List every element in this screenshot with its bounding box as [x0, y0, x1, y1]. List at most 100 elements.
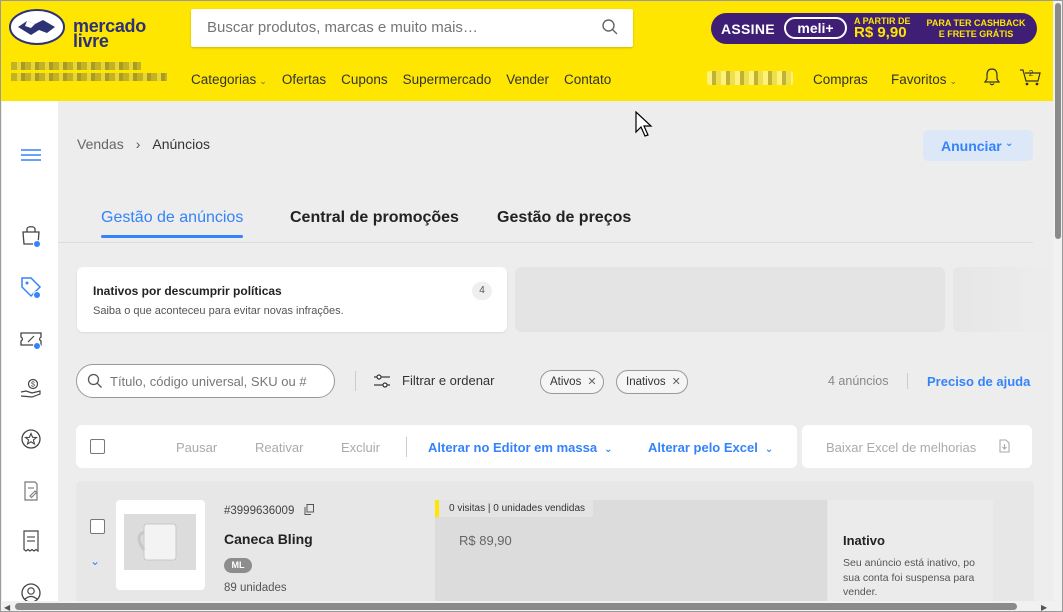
- notification-dot: [33, 291, 41, 299]
- download-file-icon[interactable]: [997, 439, 1011, 453]
- copy-icon[interactable]: [304, 504, 314, 515]
- invoice-edit-icon[interactable]: [19, 479, 43, 503]
- receipt-icon[interactable]: [19, 529, 43, 553]
- nav-favoritos[interactable]: Favoritos ⌄: [891, 72, 957, 87]
- promo-price: R$ 9,90: [854, 24, 907, 41]
- star-badge-icon[interactable]: [19, 427, 43, 451]
- cart-icon[interactable]: 2: [1019, 67, 1043, 87]
- breadcrumb-vendas[interactable]: Vendas: [77, 136, 124, 152]
- nav-contato[interactable]: Contato: [564, 72, 611, 87]
- nav-categorias[interactable]: Categorias ⌄: [191, 72, 267, 87]
- close-icon[interactable]: ✕: [672, 376, 681, 388]
- site-header: mercado livre ASSINE meli+ A PARTIR DE R…: [1, 1, 1053, 101]
- handshake-logo-icon: [9, 9, 65, 45]
- nav-vender[interactable]: Vender: [506, 72, 549, 87]
- vertical-scroll-thumb[interactable]: [1055, 3, 1061, 239]
- help-link[interactable]: Preciso de ajuda: [927, 374, 1030, 389]
- excel-button[interactable]: Alterar pelo Excel ⌄: [648, 440, 773, 455]
- close-icon[interactable]: ✕: [587, 376, 596, 388]
- bulk-actions-toolbar: Pausar Reativar Excluir Alterar no Edito…: [76, 425, 797, 468]
- chevron-right-icon: ›: [135, 136, 141, 152]
- listing-status-panel: Inativo Seu anúncio está inativo, po sua…: [828, 500, 993, 606]
- listing-count: 4 anúncios: [828, 374, 889, 388]
- mug-icon: [137, 523, 177, 561]
- site-search-input[interactable]: [207, 19, 587, 36]
- promo-cashback-line1: PARA TER CASHBACK: [926, 18, 1026, 28]
- tab-gestao-anuncios[interactable]: Gestão de anúncios: [101, 209, 243, 227]
- horizontal-scrollbar[interactable]: ◀ ▶: [1, 601, 1053, 611]
- meli-plus-promo-banner[interactable]: ASSINE meli+ A PARTIR DE R$ 9,90 PARA TE…: [711, 13, 1037, 44]
- tab-central-promocoes[interactable]: Central de promoções: [290, 209, 459, 227]
- user-account-blurred[interactable]: [707, 71, 797, 89]
- breadcrumb: Vendas › Anúncios: [77, 136, 210, 152]
- policy-card[interactable]: Inativos por descumprir políticas Saiba …: [77, 267, 507, 332]
- loading-card-placeholder: [515, 267, 945, 332]
- divider: [355, 371, 356, 391]
- nav-ofertas[interactable]: Ofertas: [282, 72, 326, 87]
- status-title: Inativo: [843, 533, 885, 548]
- logo-wordmark: mercado livre: [73, 17, 146, 51]
- listing-search-field[interactable]: Título, código universal, SKU ou #: [76, 364, 335, 398]
- chevron-down-icon: ⌄: [1005, 138, 1014, 149]
- header-nav: Categorias ⌄ Ofertas Cupons Supermercado …: [191, 72, 626, 87]
- filter-chip-ativos[interactable]: Ativos ✕: [540, 370, 604, 394]
- search-icon: [87, 373, 102, 388]
- browser-viewport: mercado livre ASSINE meli+ A PARTIR DE R…: [0, 0, 1063, 612]
- filter-chip-inativos[interactable]: Inativos ✕: [616, 370, 688, 394]
- listing-code-text: #3999636009: [224, 505, 295, 517]
- nav-supermercado[interactable]: Supermercado: [403, 72, 492, 87]
- scroll-left-arrow-icon[interactable]: ◀: [4, 603, 10, 611]
- main-content: Vendas › Anúncios Anunciar ⌄ Gestão de anú…: [58, 101, 1053, 606]
- nav-compras[interactable]: Compras: [813, 72, 868, 87]
- baixar-excel-button[interactable]: Baixar Excel de melhorias: [826, 440, 976, 455]
- divider: [907, 373, 908, 389]
- chip-label: Inativos: [626, 376, 666, 388]
- chevron-down-icon: ⌄: [949, 76, 958, 86]
- cart-count: 2: [1029, 69, 1034, 78]
- nav-cupons[interactable]: Cupons: [341, 72, 388, 87]
- notification-dot: [33, 342, 41, 350]
- sliders-icon: [374, 374, 390, 388]
- listing-thumbnail[interactable]: [116, 500, 205, 590]
- tab-gestao-precos[interactable]: Gestão de preços: [497, 209, 631, 227]
- breadcrumb-anuncios: Anúncios: [152, 136, 210, 152]
- site-search[interactable]: [191, 9, 633, 47]
- reativar-button[interactable]: Reativar: [255, 440, 303, 455]
- search-icon[interactable]: [601, 18, 619, 36]
- loading-card-placeholder: [953, 267, 1053, 332]
- mouse-cursor-icon: [635, 111, 653, 137]
- anunciar-label: Anunciar: [941, 138, 1002, 154]
- money-hand-icon[interactable]: $: [19, 377, 43, 401]
- logo-line-2: livre: [73, 31, 109, 51]
- svg-text:$: $: [31, 382, 35, 389]
- select-all-checkbox[interactable]: [90, 439, 105, 454]
- anunciar-button[interactable]: Anunciar ⌄: [923, 130, 1033, 161]
- chip-label: Ativos: [550, 376, 582, 388]
- scroll-right-arrow-icon[interactable]: ▶: [1041, 603, 1047, 611]
- vertical-scrollbar[interactable]: [1053, 1, 1062, 611]
- chevron-down-icon: ⌄: [764, 444, 774, 455]
- policy-card-title: Inativos por descumprir políticas: [93, 284, 282, 298]
- status-description: Seu anúncio está inativo, po sua conta f…: [843, 557, 975, 598]
- listing-units: 89 unidades: [224, 582, 287, 594]
- ml-badge: ML: [224, 558, 252, 573]
- filter-sort-label: Filtrar e ordenar: [402, 373, 495, 388]
- listing-row: ⌄ #3999636009 Caneca Bling ML 89 unidade…: [76, 481, 1034, 606]
- listing-title[interactable]: Caneca Bling: [224, 531, 313, 547]
- listing-checkbox[interactable]: [90, 519, 105, 534]
- promo-cashback-line2: E FRETE GRÁTIS: [938, 29, 1014, 39]
- excluir-button[interactable]: Excluir: [341, 440, 380, 455]
- download-excel-toolbar: Baixar Excel de melhorias: [802, 425, 1032, 468]
- mercado-livre-logo[interactable]: mercado livre: [9, 9, 149, 51]
- editor-massa-button[interactable]: Alterar no Editor em massa ⌄: [428, 440, 612, 455]
- chevron-down-icon: ⌄: [259, 76, 267, 86]
- chevron-down-icon[interactable]: ⌄: [90, 554, 100, 568]
- listing-search-placeholder: Título, código universal, SKU ou #: [110, 374, 307, 389]
- bell-icon[interactable]: [983, 67, 1001, 87]
- shipping-address-blurred[interactable]: [11, 59, 171, 89]
- nav-favoritos-label: Favoritos: [891, 72, 947, 87]
- hamburger-menu-icon[interactable]: [19, 144, 43, 168]
- horizontal-scroll-thumb[interactable]: [15, 603, 1017, 610]
- notification-dot: [33, 240, 41, 248]
- pausar-button[interactable]: Pausar: [176, 440, 217, 455]
